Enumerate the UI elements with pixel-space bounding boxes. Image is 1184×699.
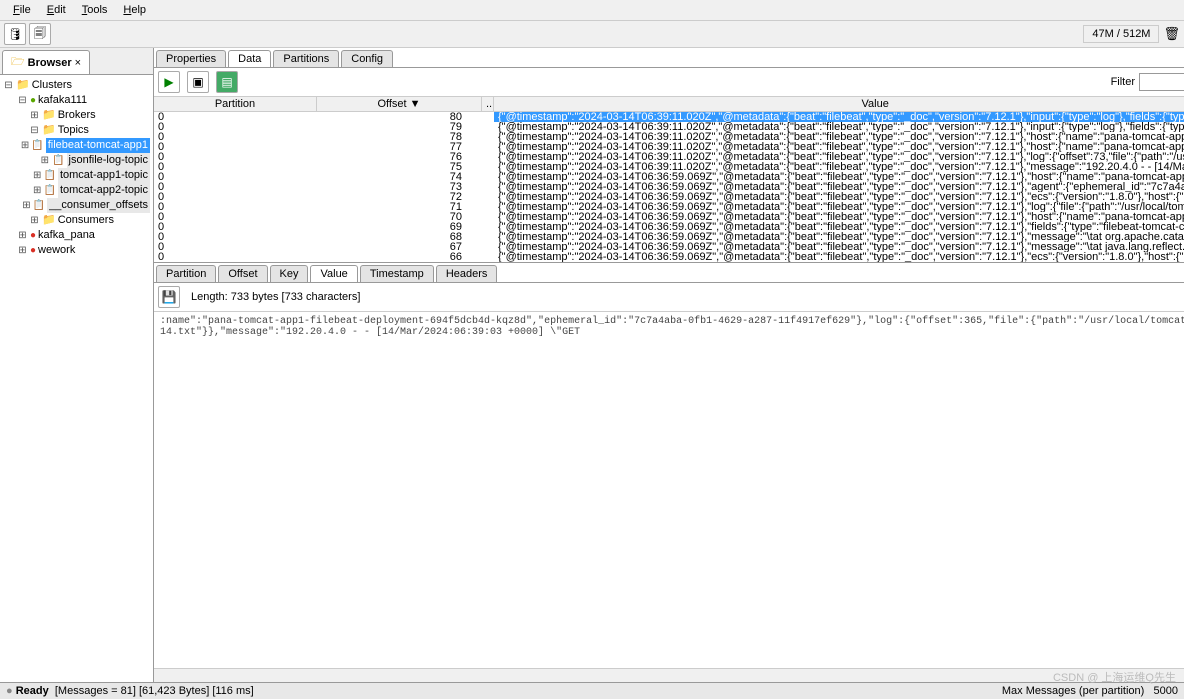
- table-row[interactable]: 076{"@timestamp":"2024-03-14T06:39:11.02…: [154, 152, 1184, 162]
- col-more[interactable]: ...: [482, 97, 494, 111]
- messages-table: Partition Offset ▼ ... Value Timestamp 0…: [154, 97, 1184, 263]
- toolbar: 🛢 🗐 47M / 512M 🗑: [0, 21, 1184, 48]
- detail-toolbar: 💾 Length: 733 bytes [733 characters] Vie…: [154, 283, 1184, 312]
- right-tabs: Properties Data Partitions Config: [154, 48, 1184, 68]
- hscroll[interactable]: [154, 668, 1184, 682]
- dtab-partition[interactable]: Partition: [156, 265, 216, 282]
- cluster-tree[interactable]: ⊟📁Clusters ⊟●kafaka111 ⊞📁Brokers ⊟📁Topic…: [0, 75, 153, 682]
- table-row[interactable]: 077{"@timestamp":"2024-03-14T06:39:11.02…: [154, 142, 1184, 152]
- max-value: 5000: [1154, 685, 1178, 697]
- view-button[interactable]: ▤: [216, 71, 238, 93]
- menu-help[interactable]: Help: [115, 2, 154, 18]
- table-row[interactable]: 078{"@timestamp":"2024-03-14T06:39:11.02…: [154, 132, 1184, 142]
- browser-tab[interactable]: 🗁Browser ×: [2, 50, 90, 74]
- table-row[interactable]: 072{"@timestamp":"2024-03-14T06:36:59.06…: [154, 192, 1184, 202]
- table-row[interactable]: 071{"@timestamp":"2024-03-14T06:36:59.06…: [154, 202, 1184, 212]
- memory-usage: 47M / 512M: [1083, 25, 1159, 43]
- refresh-button[interactable]: 🛢: [4, 23, 26, 45]
- dtab-timestamp[interactable]: Timestamp: [360, 265, 434, 282]
- clone-button[interactable]: 🗐: [29, 23, 51, 45]
- tab-properties[interactable]: Properties: [156, 50, 226, 67]
- table-row[interactable]: 075{"@timestamp":"2024-03-14T06:39:11.02…: [154, 162, 1184, 172]
- value-content[interactable]: :name":"pana-tomcat-app1-filebeat-deploy…: [154, 312, 1184, 668]
- table-row[interactable]: 079{"@timestamp":"2024-03-14T06:39:11.02…: [154, 122, 1184, 132]
- dtab-headers[interactable]: Headers: [436, 265, 498, 282]
- menu-tools[interactable]: Tools: [74, 2, 116, 18]
- play-button[interactable]: ▶: [158, 71, 180, 93]
- close-icon[interactable]: ×: [75, 57, 81, 69]
- table-row[interactable]: 067{"@timestamp":"2024-03-14T06:36:59.06…: [154, 242, 1184, 252]
- dtab-value[interactable]: Value: [310, 265, 357, 282]
- data-toolbar: ▶ ▣ ▤ Filter ➜ Messages Oldest: [154, 68, 1184, 97]
- table-row[interactable]: 073{"@timestamp":"2024-03-14T06:36:59.06…: [154, 182, 1184, 192]
- max-label: Max Messages (per partition): [1002, 685, 1144, 697]
- status-bar: ● Ready [Messages = 81] [61,423 Bytes] […: [0, 682, 1184, 699]
- filter-label: Filter: [1111, 76, 1135, 88]
- col-partition[interactable]: Partition: [154, 97, 317, 111]
- menubar: FFileile Edit Tools Help: [0, 0, 1184, 21]
- length-label: Length: 733 bytes [733 characters]: [191, 291, 360, 303]
- detail-tabs: Partition Offset Key Value Timestamp Hea…: [154, 263, 1184, 283]
- tree-selected: filebeat-tomcat-app1: [46, 138, 150, 153]
- dtab-offset[interactable]: Offset: [218, 265, 267, 282]
- tab-data[interactable]: Data: [228, 50, 271, 67]
- table-row[interactable]: 068{"@timestamp":"2024-03-14T06:36:59.06…: [154, 232, 1184, 242]
- dtab-key[interactable]: Key: [270, 265, 309, 282]
- status-messages: [Messages = 81] [61,423 Bytes] [116 ms]: [55, 685, 254, 697]
- gc-icon[interactable]: 🗑: [1163, 26, 1180, 42]
- menu-edit[interactable]: Edit: [39, 2, 74, 18]
- save-button[interactable]: 💾: [158, 286, 180, 308]
- table-row[interactable]: 069{"@timestamp":"2024-03-14T06:36:59.06…: [154, 222, 1184, 232]
- table-row[interactable]: 065{"@timestamp":"2024-03-14T06:36:59.06…: [154, 262, 1184, 263]
- table-row[interactable]: 074{"@timestamp":"2024-03-14T06:36:59.06…: [154, 172, 1184, 182]
- tab-config[interactable]: Config: [341, 50, 393, 67]
- table-row[interactable]: 066{"@timestamp":"2024-03-14T06:36:59.06…: [154, 252, 1184, 262]
- table-row[interactable]: 080{"@timestamp":"2024-03-14T06:39:11.02…: [154, 112, 1184, 122]
- filter-input[interactable]: [1139, 73, 1184, 91]
- col-offset[interactable]: Offset ▼: [317, 97, 482, 111]
- table-row[interactable]: 070{"@timestamp":"2024-03-14T06:36:59.06…: [154, 212, 1184, 222]
- menu-file[interactable]: FFileile: [5, 2, 39, 18]
- tab-partitions[interactable]: Partitions: [273, 50, 339, 67]
- pause-button[interactable]: ▣: [187, 71, 209, 93]
- status-ready: Ready: [16, 685, 49, 697]
- col-value[interactable]: Value: [494, 97, 1184, 111]
